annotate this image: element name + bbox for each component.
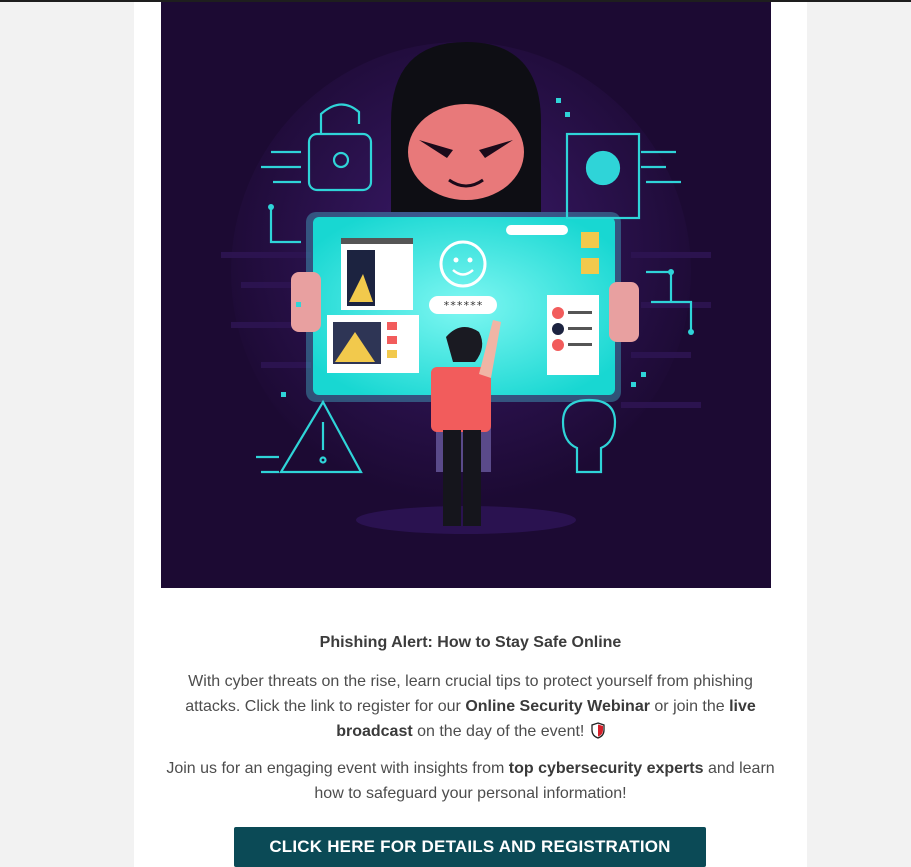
intro-text-2: or join the	[649, 698, 730, 715]
webinar-link[interactable]: Online Security Webinar	[465, 698, 650, 715]
intro-text-3: on the day of the event!	[412, 723, 589, 740]
phishing-illustration: ******	[161, 2, 771, 588]
details-paragraph: Join us for an engaging event with insig…	[164, 756, 777, 806]
experts-highlight: top cybersecurity experts	[508, 760, 704, 777]
password-field-text: ******	[443, 299, 483, 312]
registration-button[interactable]: CLICK HERE FOR DETAILS AND REGISTRATION	[234, 827, 706, 867]
hero-image: ******	[161, 2, 771, 588]
shield-icon	[591, 722, 605, 747]
article-title: Phishing Alert: How to Stay Safe Online	[319, 634, 622, 651]
intro-paragraph: With cyber threats on the rise, learn cr…	[164, 669, 777, 747]
email-card: ****** Phishing Alert: How to Stay Safe …	[134, 2, 807, 867]
details-text-1: Join us for an engaging event with insig…	[166, 760, 509, 777]
